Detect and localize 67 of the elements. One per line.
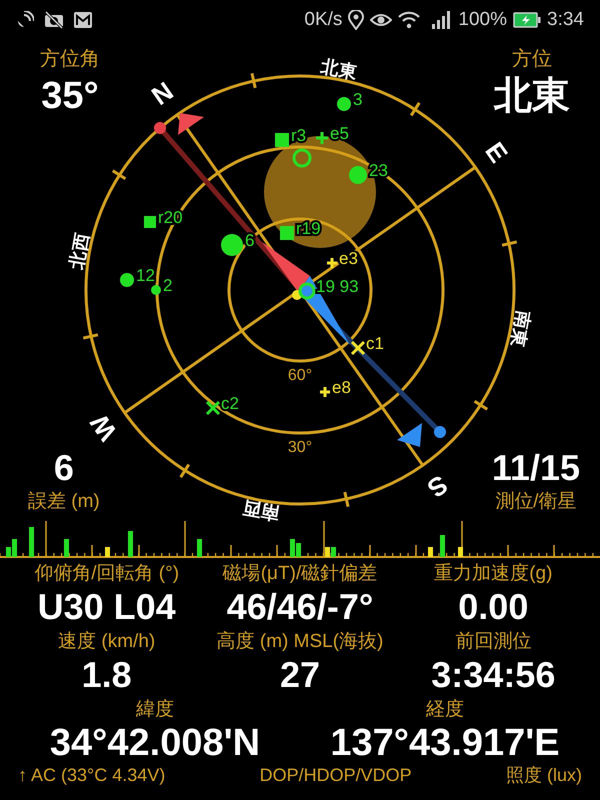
footer-label: ↑ AC (33°C 4.34V) <box>18 764 166 786</box>
needle-dot <box>434 426 446 438</box>
satellite-label: 19 93 <box>316 277 359 296</box>
azimuth-label: 方位角 <box>40 47 100 72</box>
reading-label: 前回測位 <box>455 630 532 654</box>
eye-icon <box>370 12 392 28</box>
compass-direction-label: S <box>422 469 454 504</box>
fix-count: 11/15 <box>492 448 580 488</box>
reading-value: 46/46/-7° <box>226 586 374 628</box>
needle-dot <box>154 122 166 134</box>
reading-value: 27 <box>280 654 320 696</box>
satellite-label: e8 <box>332 378 351 397</box>
satellite-label: c1 <box>366 334 384 353</box>
compass-direction-label: 南東 <box>508 309 534 348</box>
satellite-label: 3 <box>353 90 362 109</box>
compass-direction-label: E <box>479 136 514 168</box>
reading-label: 磁場(μT)/磁針偏差 <box>222 562 378 586</box>
mail-icon <box>74 12 92 28</box>
reading-value: 3:34:56 <box>431 654 556 696</box>
satellite-icon <box>16 11 34 29</box>
tick-mark <box>112 169 126 180</box>
azimuth-value: 35° <box>41 74 99 118</box>
needle-north-wedge <box>262 242 310 292</box>
compass-direction-label: 北東 <box>319 56 358 82</box>
compass-direction-label: N <box>146 76 179 112</box>
satellite-label: e5 <box>330 124 349 143</box>
location-pin-icon <box>348 10 364 30</box>
battery-charging-icon <box>513 12 542 28</box>
coordinate-label: 経度 <box>426 698 464 722</box>
tick-mark <box>179 464 190 478</box>
compass-direction-label: W <box>84 409 123 446</box>
battery-percent: 100% <box>458 8 508 32</box>
reading-label: 仰俯角/回転角 (°) <box>34 562 180 586</box>
reading-label: 速度 (km/h) <box>58 630 156 654</box>
footer-label: DOP/HDOP/VDOP <box>260 764 412 786</box>
satellite-label: r19 <box>296 219 321 238</box>
satellite-label: r3 <box>291 126 306 145</box>
error-label: 誤差 (m) <box>28 490 100 514</box>
compass-direction-label: 北西 <box>66 232 92 271</box>
reading-value: 1.8 <box>82 654 132 696</box>
direction-label: 方位 <box>512 47 552 72</box>
tick-mark <box>410 102 421 116</box>
coordinate-label: 緯度 <box>136 698 174 722</box>
coordinate-value: 137°43.917'E <box>330 722 560 764</box>
wifi-icon <box>398 11 420 29</box>
satellite-label: 2 <box>163 276 172 295</box>
footer-label: 照度 (lux) <box>506 764 582 786</box>
network-speed: 0K/s <box>304 8 342 32</box>
heading-flag <box>178 113 204 135</box>
camera-off-icon <box>44 11 64 29</box>
compass-direction-label: 南西 <box>242 498 281 524</box>
satellite-label: c2 <box>221 394 239 413</box>
reading-value: U30 L04 <box>38 586 176 628</box>
reading-label: 高度 (m) MSL(海抜) <box>216 630 384 654</box>
fix-label: 測位/衛星 <box>495 490 577 514</box>
reading-label: 重力加速度(g) <box>434 562 552 586</box>
error-value: 6 <box>54 448 74 488</box>
reading-value: 0.00 <box>458 586 528 628</box>
elevation-label: 60° <box>288 367 312 384</box>
tick-mark <box>474 400 488 411</box>
direction-value: 北東 <box>494 74 570 118</box>
heading-flag <box>397 423 422 447</box>
satellite-label: 12 <box>136 266 155 285</box>
coordinate-value: 34°42.008'N <box>50 722 260 764</box>
signal-icon <box>432 11 452 29</box>
clock-time: 3:34 <box>547 8 584 32</box>
elevation-label: 30° <box>288 439 312 456</box>
